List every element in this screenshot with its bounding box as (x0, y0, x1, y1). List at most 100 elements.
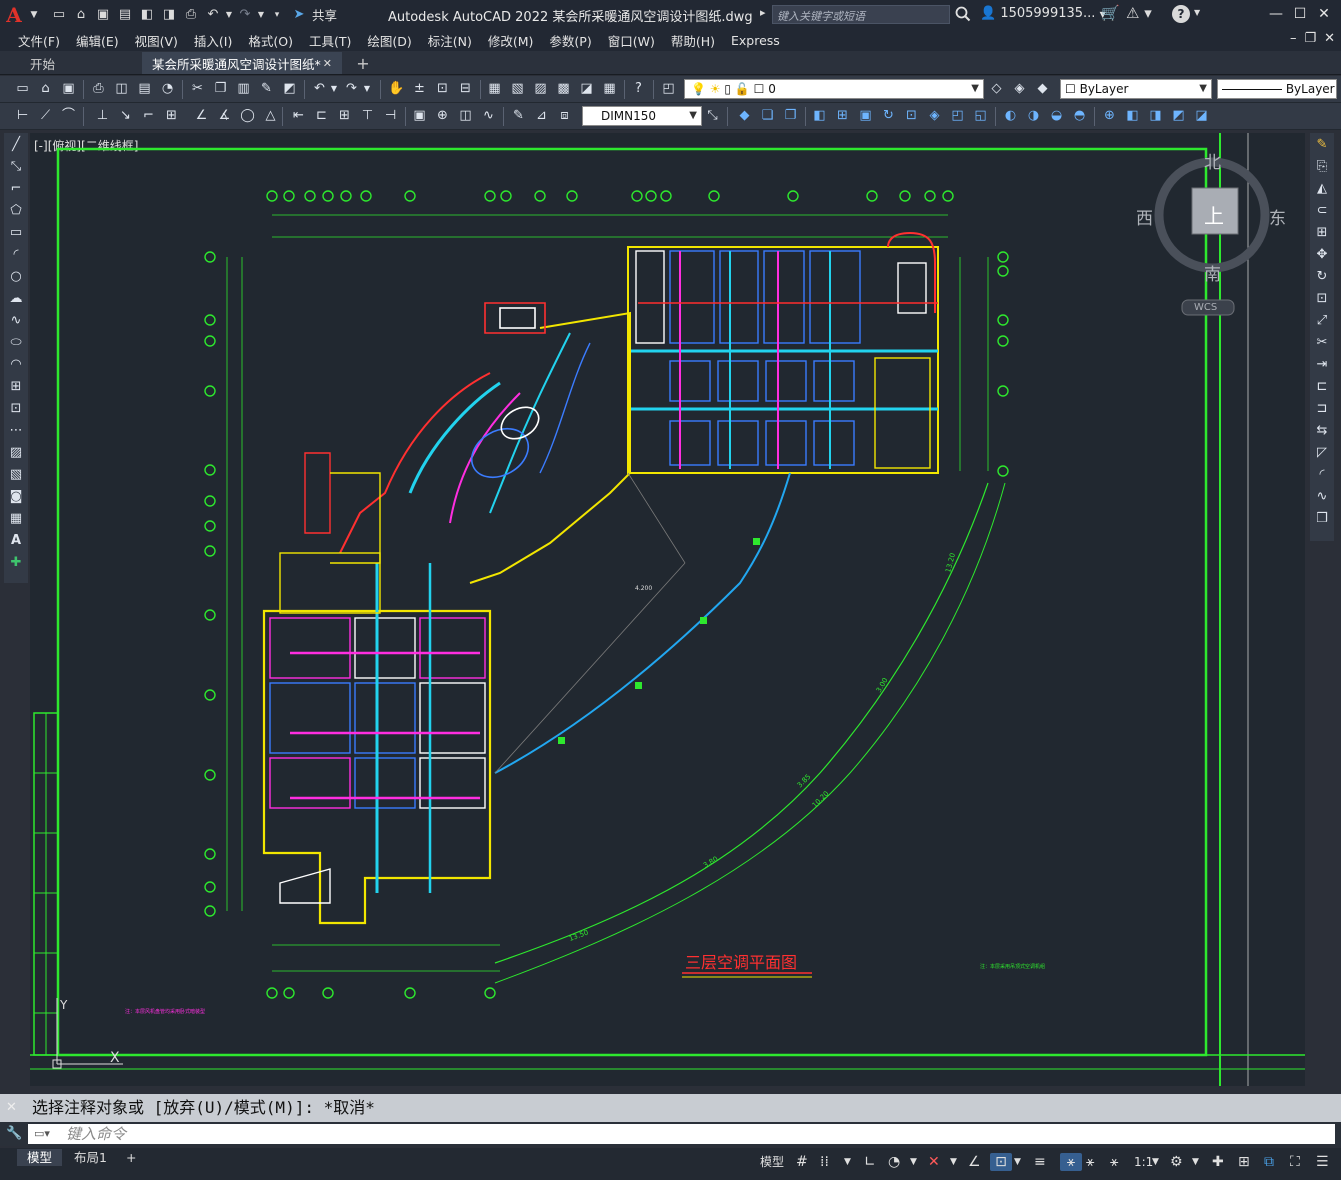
line-icon[interactable]: ╱ (5, 134, 27, 155)
command-input[interactable]: 键入命令 (28, 1124, 1335, 1144)
new-file-icon[interactable]: ▭ (48, 4, 70, 26)
tab-drawing[interactable]: 某会所采暖通风空调设计图纸* ✕ (142, 52, 342, 74)
erase-icon[interactable]: ◆ (736, 108, 753, 124)
mtext-icon[interactable]: A (5, 530, 27, 551)
search-icon[interactable] (955, 5, 971, 23)
scale-icon[interactable]: ⊡ (903, 108, 920, 124)
chevron-down-icon[interactable]: ▼ (910, 1153, 917, 1171)
sheet-set-icon[interactable]: ▩ (555, 81, 572, 97)
annotation-visibility-icon[interactable]: ⚹ (1060, 1153, 1082, 1171)
autocad-logo-button[interactable]: A (0, 2, 28, 28)
drawing-canvas[interactable]: [-][俯视][二维线框] 三层空调平面图 4.200 13.20 3.00 3… (30, 133, 1305, 1086)
revision-cloud-icon[interactable]: ☁ (5, 288, 27, 309)
draworder-icon[interactable]: ◩ (1170, 108, 1187, 124)
explode-icon[interactable]: ❒ (1311, 508, 1333, 529)
chevron-down-icon[interactable]: ▼ (28, 4, 40, 26)
table-icon[interactable]: ▦ (5, 508, 27, 529)
make-current-layer-icon[interactable]: ◇ (988, 81, 1005, 97)
cut-icon[interactable]: ✂ (189, 81, 206, 97)
blend-curves-icon[interactable]: ∿ (1311, 486, 1333, 507)
isolate-objects-icon[interactable]: ⊞ (1238, 1153, 1250, 1171)
chevron-down-icon[interactable]: ▼ (256, 4, 266, 26)
add-layout-button[interactable]: + (116, 1149, 146, 1166)
dim-style-icon[interactable]: ✎ (510, 108, 527, 124)
redo-icon[interactable]: ↷ (234, 4, 256, 26)
linetype-dropdown[interactable]: ByLayer (1217, 79, 1337, 99)
construction-line-icon[interactable]: ⤡ (5, 156, 27, 177)
help-icon[interactable]: ? (1172, 5, 1190, 23)
lineweight-icon[interactable]: ≡ (1034, 1153, 1046, 1171)
gradient-icon[interactable]: ▧ (5, 464, 27, 485)
dim-edit-icon[interactable]: ⊕ (434, 108, 451, 124)
design-center-icon[interactable]: ▧ (509, 81, 526, 97)
viewcube-north[interactable]: 北 (1204, 148, 1221, 173)
offset-icon[interactable]: ⊂ (1311, 200, 1333, 221)
publish-icon[interactable]: ▤ (136, 81, 153, 97)
user-icon[interactable]: 👤 (980, 6, 996, 21)
copy-icon[interactable]: ⎘ (1311, 156, 1333, 177)
menu-express[interactable]: Express (723, 33, 788, 48)
inspection-icon[interactable]: ⊣ (382, 108, 399, 124)
mirror-icon[interactable]: ◭ (1311, 178, 1333, 199)
viewcube-east[interactable]: 东 (1269, 204, 1286, 229)
erase-icon[interactable]: ✎ (1311, 134, 1333, 155)
user-name[interactable]: 1505999135... (1000, 6, 1095, 21)
move-icon[interactable]: ✥ (1311, 244, 1333, 265)
menu-help[interactable]: 帮助(H) (663, 31, 723, 50)
fillet-icon[interactable]: ◜ (1311, 464, 1333, 485)
sun-icon[interactable]: ☀ (710, 82, 721, 96)
group-icon[interactable]: ◧ (1124, 108, 1141, 124)
customization-menu-icon[interactable]: ☰ (1316, 1153, 1329, 1171)
dim-text-edit-icon[interactable]: ◫ (457, 108, 474, 124)
chevron-down-icon[interactable]: ▼ (844, 1153, 851, 1171)
menu-format[interactable]: 格式(O) (240, 31, 301, 50)
layer-dropdown[interactable]: 💡 ☀ ▯ 🔓 ☐ 0 ▼ (684, 79, 984, 99)
dim-style-manager-icon[interactable]: ⤡ (704, 108, 721, 124)
markup-icon[interactable]: ◪ (578, 81, 595, 97)
viewcube[interactable]: 北 南 西 东 上 WCS (1136, 148, 1290, 323)
jogged-linear-icon[interactable]: ▣ (411, 108, 428, 124)
spline-icon[interactable]: ∿ (5, 310, 27, 331)
break-icon[interactable]: ⊐ (1311, 398, 1333, 419)
rotate-icon[interactable]: ↻ (1311, 266, 1333, 287)
dim-reassociate-icon[interactable]: ⧈ (556, 108, 573, 124)
plot-preview-icon[interactable]: ◫ (113, 81, 130, 97)
make-block-icon[interactable]: ⊡ (5, 398, 27, 419)
properties-icon[interactable]: ▦ (486, 81, 503, 97)
array-icon[interactable]: ⊞ (834, 108, 851, 124)
dim-aligned-icon[interactable]: ⟋ (37, 108, 54, 124)
clean-screen-icon[interactable]: ⛶ (1290, 1153, 1300, 1171)
break-icon[interactable]: ◐ (1002, 108, 1019, 124)
dim-continue-icon[interactable]: △ (262, 108, 279, 124)
trim-icon[interactable]: ◰ (949, 108, 966, 124)
dim-quick-icon[interactable]: ∡ (216, 108, 233, 124)
dim-jogged-icon[interactable]: ⌐ (140, 108, 157, 124)
save-icon[interactable]: ▣ (92, 4, 114, 26)
calculator-icon[interactable]: ▦ (601, 81, 618, 97)
menu-file[interactable]: 文件(F) (10, 31, 68, 50)
chevron-down-icon[interactable]: ▼ (362, 81, 372, 97)
chevron-down-icon[interactable]: ▼ (950, 1153, 957, 1171)
zoom-realtime-icon[interactable]: ± (411, 81, 428, 97)
chevron-down-icon[interactable]: ▼ (224, 4, 234, 26)
object-snap-icon[interactable]: ⊡ (990, 1153, 1012, 1171)
model-space-toggle[interactable]: 模型 (760, 1153, 784, 1171)
wrench-icon[interactable]: 🔧 (6, 1126, 22, 1141)
polyline-icon[interactable]: ⌐ (5, 178, 27, 199)
annotation-scale-icon[interactable]: ⚹ (1110, 1153, 1118, 1171)
layer-properties-icon[interactable]: ◰ (660, 81, 677, 97)
undo-icon[interactable]: ↶ (202, 4, 224, 26)
menu-edit[interactable]: 编辑(E) (68, 31, 127, 50)
close-icon[interactable]: ✕ (323, 57, 332, 70)
menu-modify[interactable]: 修改(M) (480, 31, 542, 50)
join-icon[interactable]: ⇆ (1311, 420, 1333, 441)
join-icon[interactable]: ◑ (1025, 108, 1042, 124)
ortho-icon[interactable]: ∟ (864, 1153, 876, 1171)
isodraft-icon[interactable]: ✕ (928, 1153, 940, 1171)
dim-angular-icon[interactable]: ∠ (193, 108, 210, 124)
freeze-icon[interactable]: ▯ (724, 82, 731, 96)
tab-model[interactable]: 模型 (17, 1149, 63, 1166)
stretch-icon[interactable]: ⤢ (1311, 310, 1333, 331)
ellipse-icon[interactable]: ⬭ (5, 332, 27, 353)
doc-minimize-icon[interactable]: – (1290, 29, 1297, 49)
